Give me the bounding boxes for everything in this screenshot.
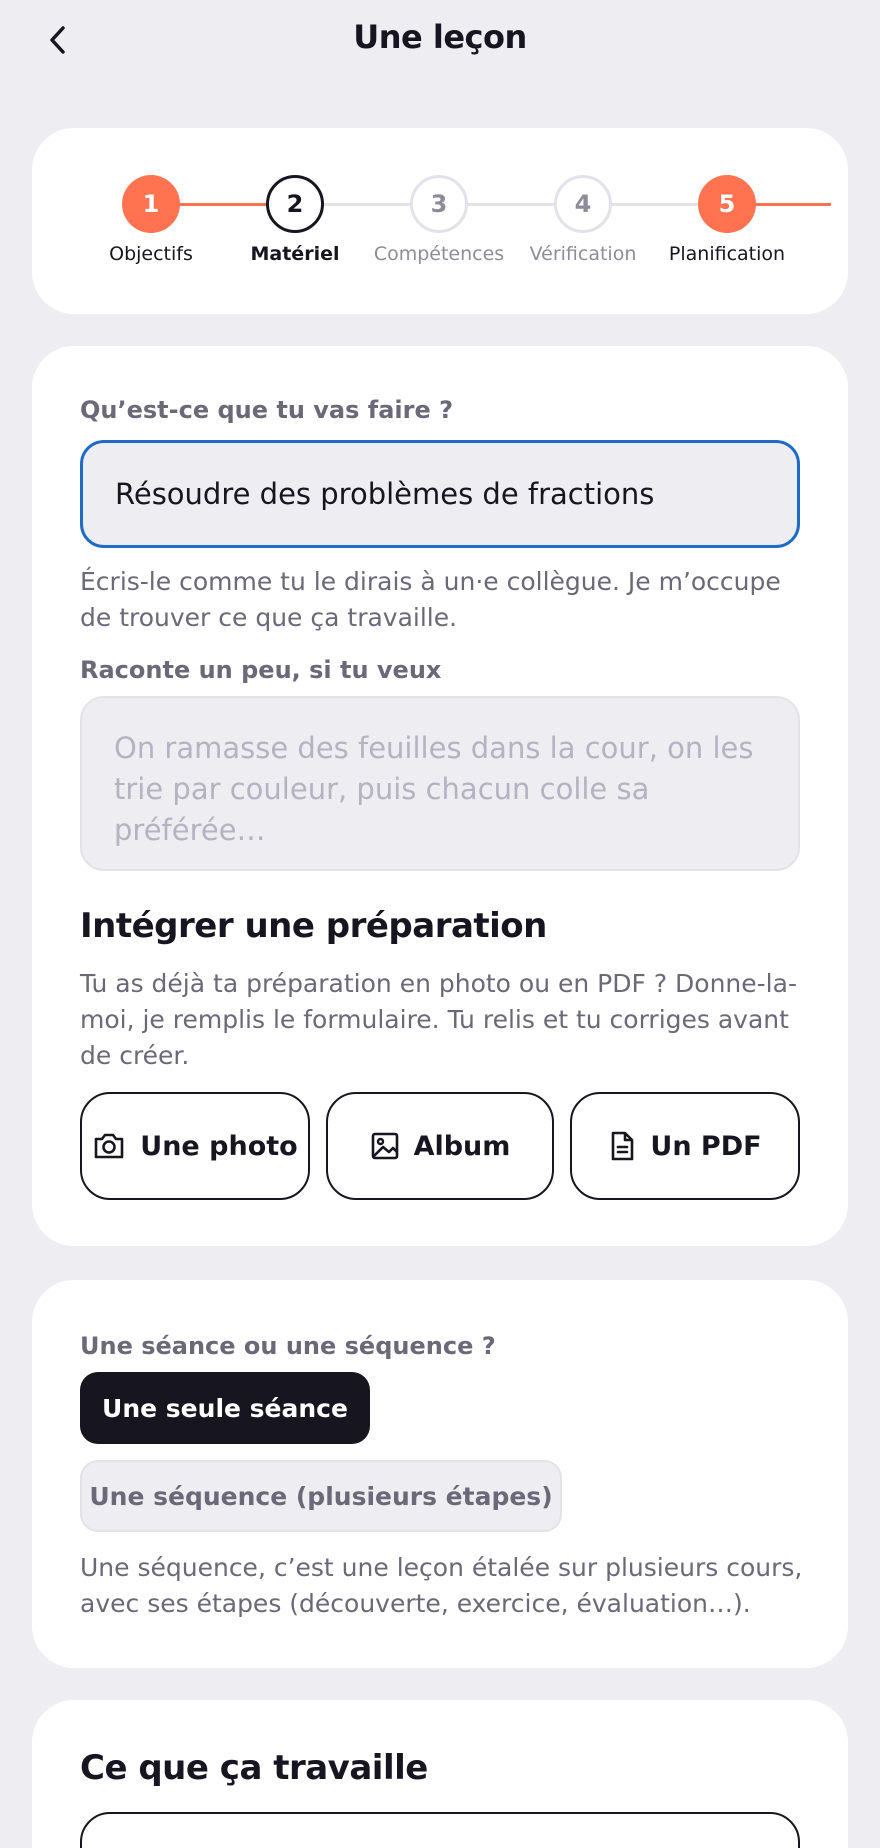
page-title: Une leçon — [353, 18, 527, 56]
step-label: Vérification — [529, 243, 637, 265]
document-icon — [612, 1131, 634, 1161]
story-placeholder: On ramasse des feuilles dans la cour, on… — [114, 731, 754, 847]
sequence-option[interactable]: Une séquence (plusieurs étapes) — [80, 1460, 562, 1532]
mode-label: Une séance ou une séquence ? — [80, 1332, 496, 1360]
pdf-button[interactable]: Un PDF — [570, 1092, 800, 1200]
stepper-card: 1 Objectifs 2 Matériel 3 Compétences 4 V… — [32, 128, 848, 314]
mode-helper: Une séquence, c’est une leçon étalée sur… — [80, 1553, 803, 1618]
image-icon — [371, 1132, 398, 1160]
step-label: Matériel — [250, 243, 340, 265]
activity-helper: Écris-le comme tu le dirais à un·e collè… — [80, 567, 781, 632]
step-number: 3 — [410, 175, 468, 233]
camera-icon — [94, 1133, 124, 1159]
step-number: 5 — [698, 175, 756, 233]
skills-section-title: Ce que ça travaille — [80, 1748, 428, 1788]
step-materiel[interactable]: 2 Matériel — [220, 175, 370, 265]
top-bar: Une leçon — [0, 0, 880, 80]
activity-input[interactable]: Résoudre des problèmes de fractions — [80, 440, 800, 548]
step-label: Objectifs — [109, 243, 193, 265]
single-session-option[interactable]: Une seule séance — [80, 1372, 370, 1444]
pdf-button-label: Un PDF — [650, 1130, 762, 1162]
skills-card: Ce que ça travaille — [32, 1700, 848, 1848]
album-button[interactable]: Album — [326, 1092, 554, 1200]
lesson-mode-card: Une séance ou une séquence ? Une seule s… — [32, 1280, 848, 1668]
story-label: Raconte un peu, si tu veux — [80, 656, 442, 684]
step-competences[interactable]: 3 Compétences — [364, 175, 514, 265]
step-number: 2 — [266, 175, 324, 233]
activity-input-value: Résoudre des problèmes de fractions — [115, 477, 655, 511]
import-section-title: Intégrer une préparation — [80, 906, 547, 946]
step-planification[interactable]: 5 Planification — [652, 175, 802, 265]
step-objectifs[interactable]: 1 Objectifs — [76, 175, 226, 265]
import-helper: Tu as déjà ta préparation en photo ou en… — [80, 969, 797, 1070]
step-number: 4 — [554, 175, 612, 233]
lesson-form-card: Qu’est-ce que tu vas faire ? Résoudre de… — [32, 346, 848, 1246]
album-button-label: Album — [413, 1130, 511, 1162]
step-label: Compétences — [373, 243, 505, 265]
step-verification[interactable]: 4 Vérification — [508, 175, 658, 265]
step-label: Planification — [668, 243, 786, 265]
photo-button-label: Une photo — [140, 1130, 298, 1162]
activity-label: Qu’est-ce que tu vas faire ? — [80, 396, 454, 424]
photo-button[interactable]: Une photo — [80, 1092, 310, 1200]
step-number: 1 — [122, 175, 180, 233]
skills-field[interactable] — [80, 1812, 800, 1848]
story-textarea[interactable]: On ramasse des feuilles dans la cour, on… — [80, 696, 800, 871]
